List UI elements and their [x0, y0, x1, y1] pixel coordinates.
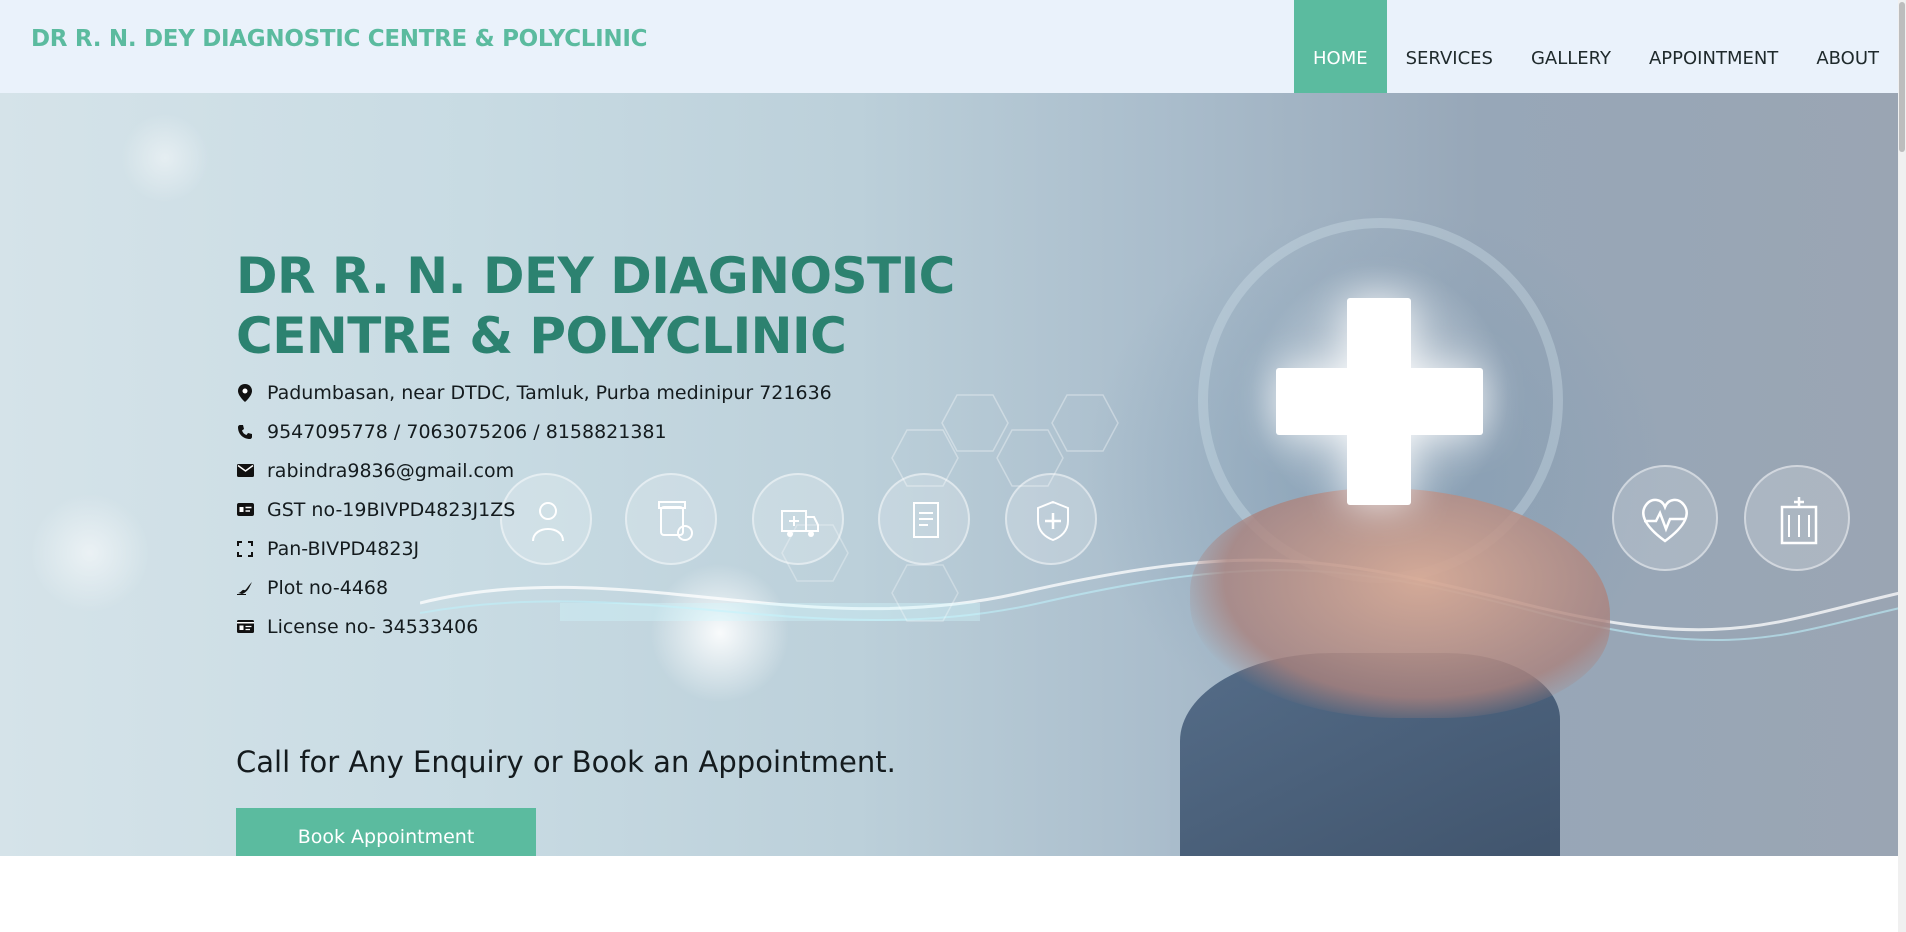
info-email: rabindra9836@gmail.com	[236, 451, 832, 490]
scrollbar-thumb[interactable]	[1899, 2, 1905, 152]
location-pin-icon	[236, 383, 254, 402]
hexagon-decoration	[891, 564, 959, 622]
medical-report-icon	[878, 473, 970, 565]
license-card-icon	[236, 618, 254, 636]
info-pan: Pan-BIVPD4823J	[236, 529, 832, 568]
info-license: License no- 34533406	[236, 607, 832, 646]
book-appointment-button[interactable]: Book Appointment	[236, 808, 536, 856]
info-plot: Plot no-4468	[236, 568, 832, 607]
nav-item-about[interactable]: ABOUT	[1797, 0, 1898, 93]
info-gst: GST no-19BIVPD4823J1ZS	[236, 490, 832, 529]
brand-logo-text[interactable]: DR R. N. DEY DIAGNOSTIC CENTRE & POLYCLI…	[31, 26, 648, 52]
nav-item-gallery[interactable]: GALLERY	[1512, 0, 1630, 93]
background-glow	[30, 493, 150, 613]
shield-cross-icon	[1005, 473, 1097, 565]
id-card-icon	[236, 501, 254, 519]
info-phone: 9547095778 / 7063075206 / 8158821381	[236, 412, 832, 451]
hospital-building-icon	[1744, 465, 1850, 571]
nav-item-appointment[interactable]: APPOINTMENT	[1630, 0, 1797, 93]
envelope-icon	[236, 462, 254, 480]
page-scrollbar[interactable]	[1898, 0, 1906, 932]
hero-section: DR R. N. DEY DIAGNOSTIC CENTRE & POLYCLI…	[0, 93, 1898, 856]
main-nav: HOME SERVICES GALLERY APPOINTMENT ABOUT	[1294, 0, 1898, 93]
enquiry-text: Call for Any Enquiry or Book an Appointm…	[236, 745, 896, 779]
phone-icon	[236, 423, 254, 441]
contact-info-list: Padumbasan, near DTDC, Tamluk, Purba med…	[236, 373, 832, 646]
scan-frame-icon	[236, 540, 254, 558]
top-header: DR R. N. DEY DIAGNOSTIC CENTRE & POLYCLI…	[0, 0, 1898, 93]
nav-item-services[interactable]: SERVICES	[1387, 0, 1512, 93]
signature-icon	[236, 579, 254, 597]
open-hand-graphic	[1190, 488, 1610, 718]
background-glow	[120, 113, 210, 203]
info-address: Padumbasan, near DTDC, Tamluk, Purba med…	[236, 373, 832, 412]
medical-cross-icon-bar	[1276, 368, 1483, 435]
hero-title: DR R. N. DEY DIAGNOSTIC CENTRE & POLYCLI…	[236, 247, 955, 365]
nav-item-home[interactable]: HOME	[1294, 0, 1387, 93]
heartbeat-icon	[1612, 465, 1718, 571]
